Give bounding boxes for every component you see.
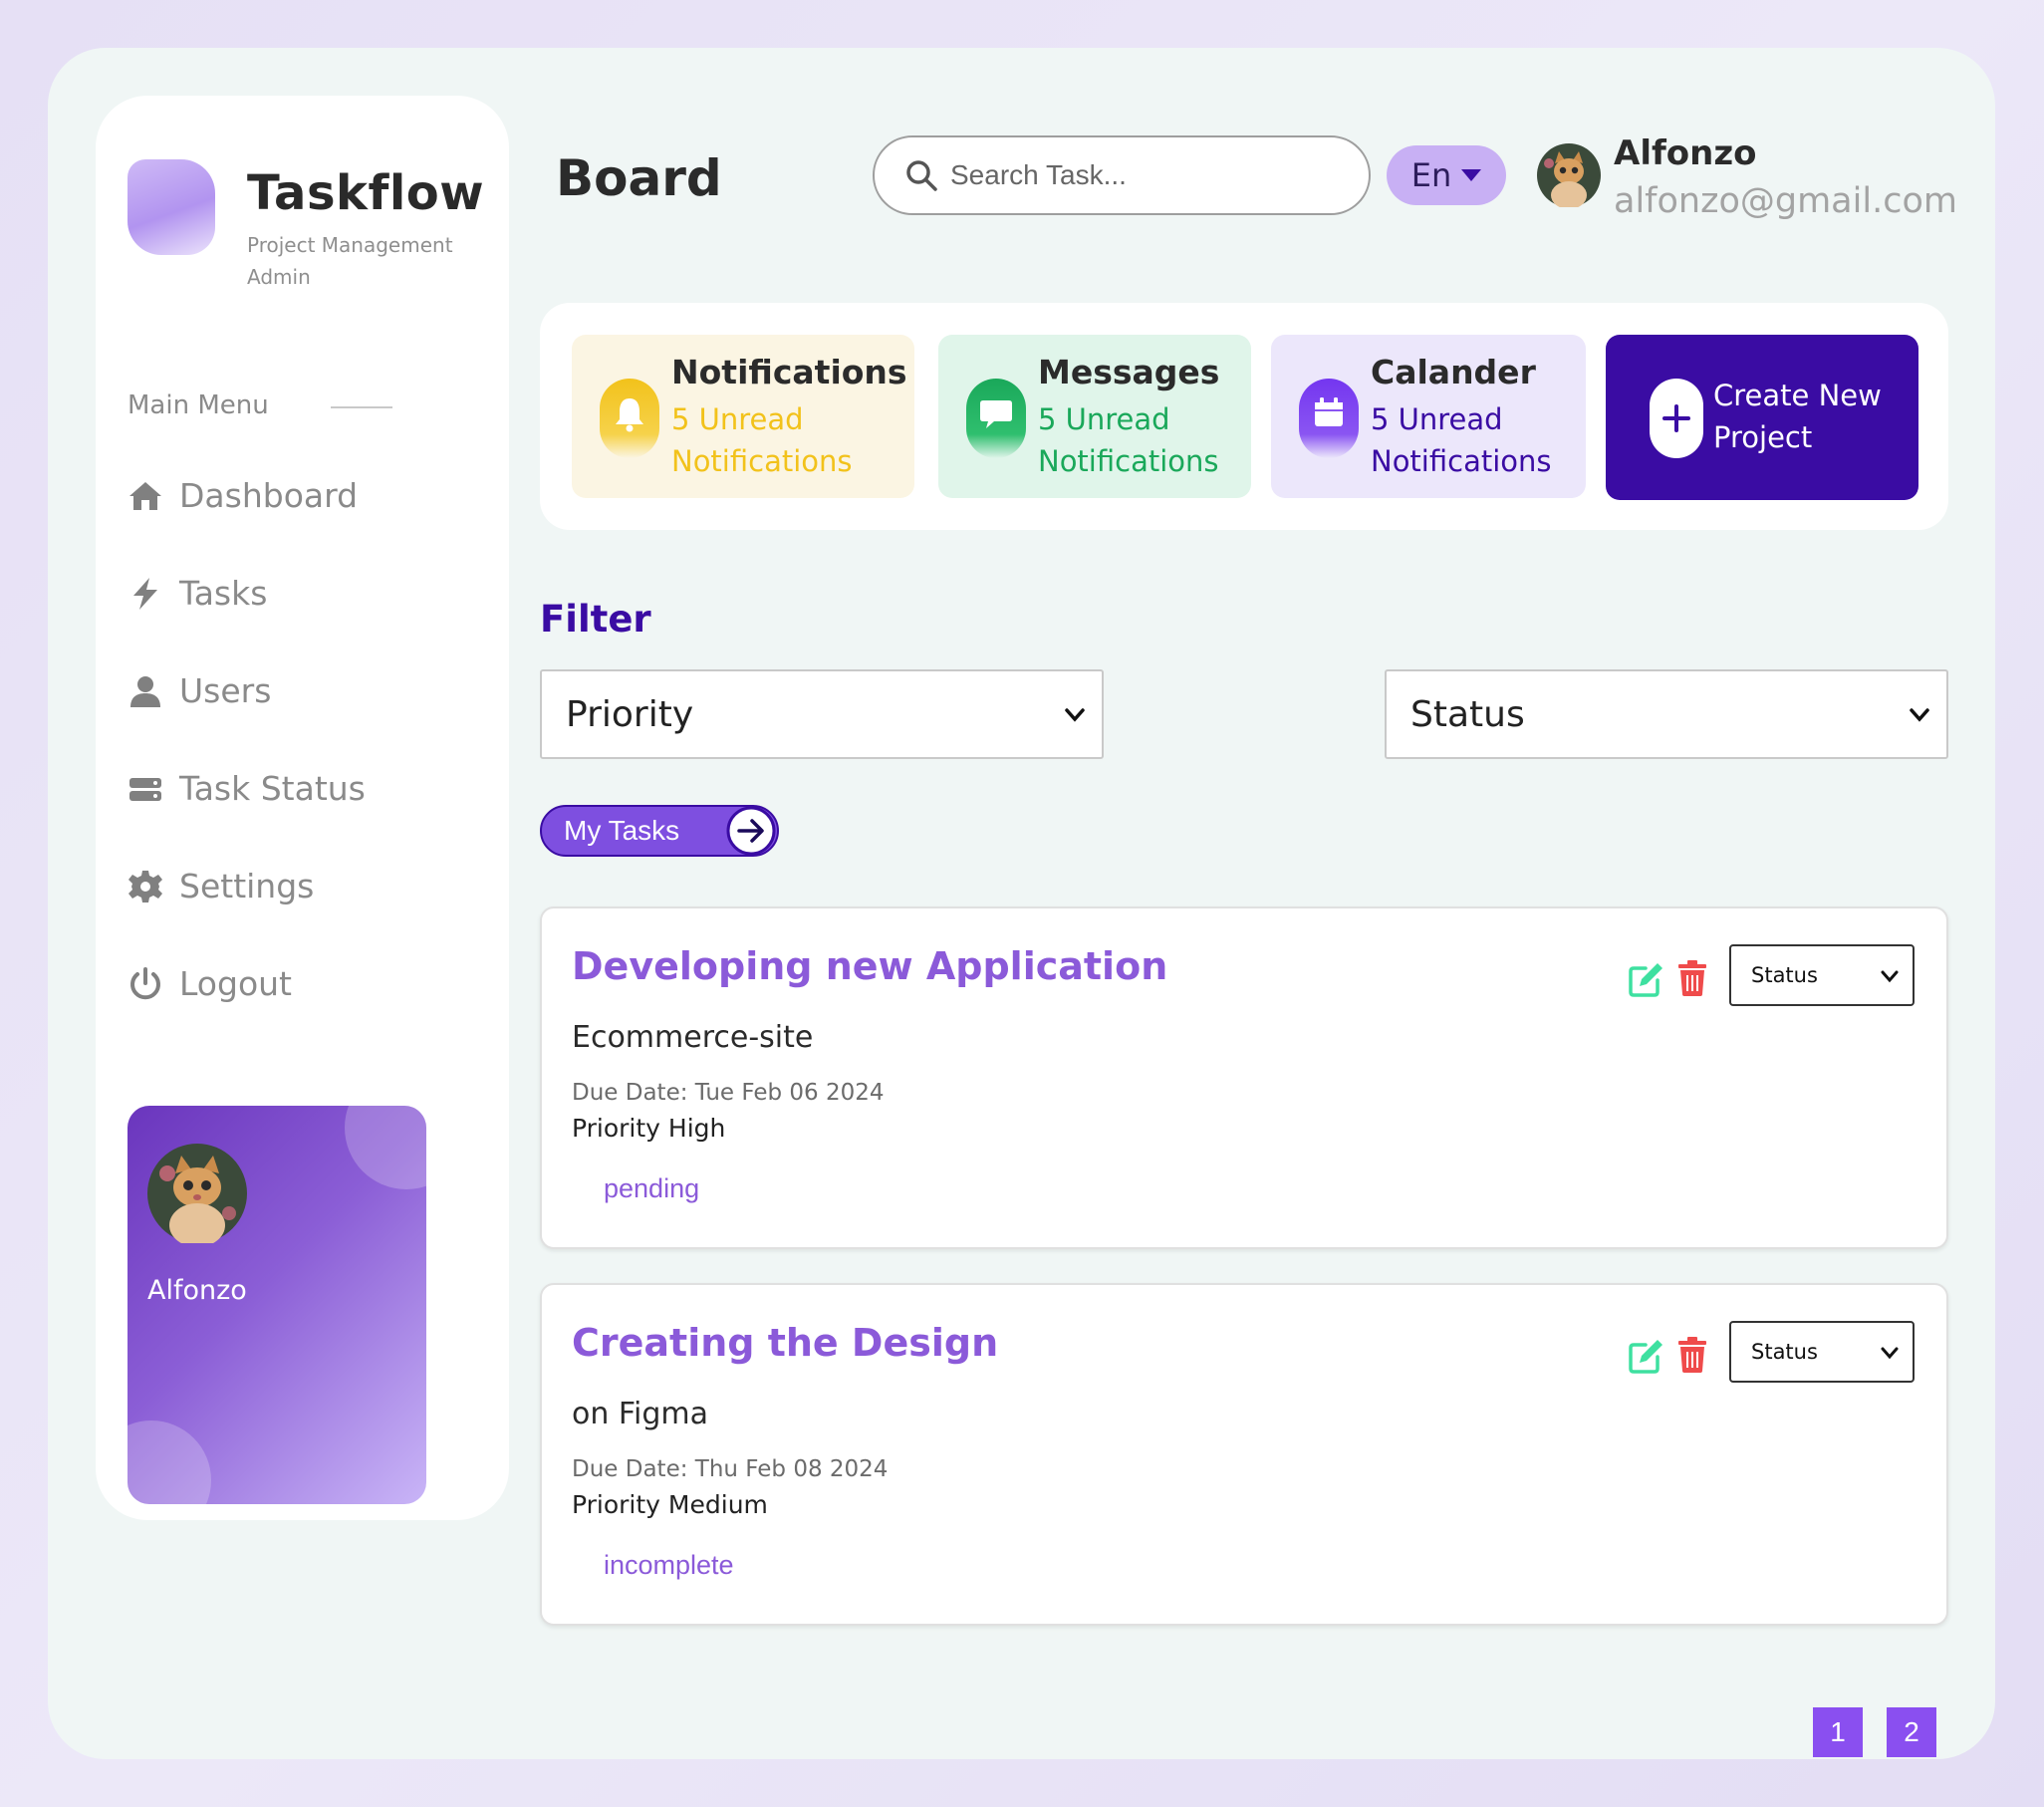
user-icon bbox=[130, 675, 160, 707]
task-due-date: Due Date: Thu Feb 08 2024 bbox=[572, 1456, 889, 1482]
status-select[interactable]: Status bbox=[1385, 669, 1948, 759]
arrow-right-circle-icon bbox=[726, 806, 776, 856]
power-icon bbox=[130, 966, 160, 999]
chevron-down-icon bbox=[1881, 1347, 1899, 1360]
sidebar-item-label: Dashboard bbox=[179, 476, 359, 515]
bell-icon bbox=[600, 379, 659, 458]
sidebar-item-logout[interactable]: Logout bbox=[128, 964, 292, 1003]
page-button-1[interactable]: 1 bbox=[1813, 1707, 1863, 1757]
decor-circle bbox=[345, 1106, 426, 1189]
task-card: Developing new Application Ecommerce-sit… bbox=[540, 906, 1948, 1249]
task-status-select[interactable]: Status bbox=[1729, 1321, 1915, 1383]
sidebar-item-label: Logout bbox=[179, 964, 292, 1003]
my-tasks-button[interactable]: My Tasks bbox=[540, 805, 779, 857]
summary-cards: Notifications 5 Unread Notifications Mes… bbox=[540, 303, 1948, 530]
card-title: Notifications bbox=[671, 353, 907, 391]
plus-icon bbox=[1650, 379, 1703, 458]
sidebar-item-label: Tasks bbox=[179, 574, 268, 613]
calendar-icon bbox=[1299, 379, 1359, 458]
create-project-label: Create New Project bbox=[1713, 379, 1882, 454]
sidebar-item-label: Settings bbox=[179, 867, 315, 905]
chevron-down-icon bbox=[1881, 970, 1899, 983]
language-dropdown[interactable]: En bbox=[1387, 145, 1506, 205]
edit-icon[interactable] bbox=[1628, 1337, 1665, 1375]
task-subtitle: Ecommerce-site bbox=[572, 1020, 814, 1055]
page-title: Board bbox=[556, 149, 722, 207]
card-text: 5 Unread Notifications bbox=[1038, 402, 1219, 478]
trash-icon[interactable] bbox=[1677, 960, 1707, 996]
task-status-select-value: Status bbox=[1751, 963, 1818, 987]
task-status-select[interactable]: Status bbox=[1729, 944, 1915, 1006]
profile-name: Alfonzo bbox=[147, 1275, 247, 1306]
user-email: alfonzo@gmail.com bbox=[1614, 181, 1957, 221]
app-window: Taskflow Project Management Admin Main M… bbox=[48, 48, 1995, 1759]
task-due-date: Due Date: Tue Feb 06 2024 bbox=[572, 1080, 885, 1106]
notifications-card[interactable]: Notifications 5 Unread Notifications bbox=[572, 335, 914, 498]
card-text: 5 Unread Notifications bbox=[671, 402, 853, 478]
search-icon bbox=[906, 160, 937, 191]
sidebar-item-tasks[interactable]: Tasks bbox=[128, 574, 267, 613]
task-status: pending bbox=[604, 1173, 700, 1203]
sidebar: Taskflow Project Management Admin Main M… bbox=[96, 96, 509, 1520]
bolt-icon bbox=[133, 577, 157, 610]
task-status-select-value: Status bbox=[1751, 1340, 1818, 1364]
decor-circle bbox=[128, 1420, 211, 1504]
message-icon bbox=[966, 379, 1026, 458]
card-title: Messages bbox=[1038, 353, 1220, 391]
task-priority: Priority Medium bbox=[572, 1490, 768, 1519]
profile-card[interactable]: Alfonzo bbox=[128, 1106, 426, 1504]
page-button-2[interactable]: 2 bbox=[1887, 1707, 1936, 1757]
priority-select-value: Priority bbox=[566, 693, 694, 735]
chevron-down-icon bbox=[1910, 708, 1929, 722]
status-select-value: Status bbox=[1410, 693, 1525, 735]
priority-select[interactable]: Priority bbox=[540, 669, 1104, 759]
my-tasks-label: My Tasks bbox=[564, 815, 680, 846]
avatar[interactable] bbox=[1537, 143, 1601, 207]
sidebar-item-settings[interactable]: Settings bbox=[128, 867, 314, 905]
edit-icon[interactable] bbox=[1628, 960, 1665, 998]
search-input[interactable] bbox=[950, 159, 1329, 191]
card-text: 5 Unread Notifications bbox=[1371, 402, 1552, 478]
menu-divider bbox=[331, 406, 392, 408]
calendar-card[interactable]: Calander 5 Unread Notifications bbox=[1271, 335, 1586, 498]
search-bar[interactable] bbox=[873, 135, 1371, 215]
sidebar-item-label: Users bbox=[179, 671, 272, 710]
chevron-down-icon bbox=[1065, 708, 1085, 722]
task-title: Creating the Design bbox=[572, 1321, 999, 1365]
home-icon bbox=[129, 481, 161, 510]
menu-heading: Main Menu bbox=[128, 390, 269, 420]
gear-icon bbox=[128, 870, 162, 903]
sidebar-item-dashboard[interactable]: Dashboard bbox=[128, 476, 358, 515]
avatar bbox=[147, 1144, 247, 1243]
server-icon bbox=[129, 777, 161, 801]
language-label: En bbox=[1410, 156, 1452, 194]
logo-icon bbox=[128, 159, 215, 255]
task-card: Creating the Design on Figma Due Date: T… bbox=[540, 1283, 1948, 1626]
user-name: Alfonzo bbox=[1614, 133, 1757, 173]
create-project-button[interactable]: Create New Project bbox=[1606, 335, 1918, 500]
sidebar-item-label: Task Status bbox=[179, 769, 366, 808]
caret-down-icon bbox=[1461, 169, 1482, 181]
task-subtitle: on Figma bbox=[572, 1397, 708, 1431]
task-priority: Priority High bbox=[572, 1114, 726, 1143]
sidebar-item-task-status[interactable]: Task Status bbox=[128, 769, 366, 808]
app-name: Taskflow bbox=[247, 165, 485, 221]
task-title: Developing new Application bbox=[572, 944, 1168, 988]
task-status: incomplete bbox=[604, 1550, 734, 1580]
filter-title: Filter bbox=[540, 598, 651, 641]
sidebar-item-users[interactable]: Users bbox=[128, 671, 271, 710]
card-title: Calander bbox=[1371, 353, 1536, 391]
trash-icon[interactable] bbox=[1677, 1337, 1707, 1373]
messages-card[interactable]: Messages 5 Unread Notifications bbox=[938, 335, 1251, 498]
app-subtitle: Project Management Admin bbox=[247, 233, 453, 289]
